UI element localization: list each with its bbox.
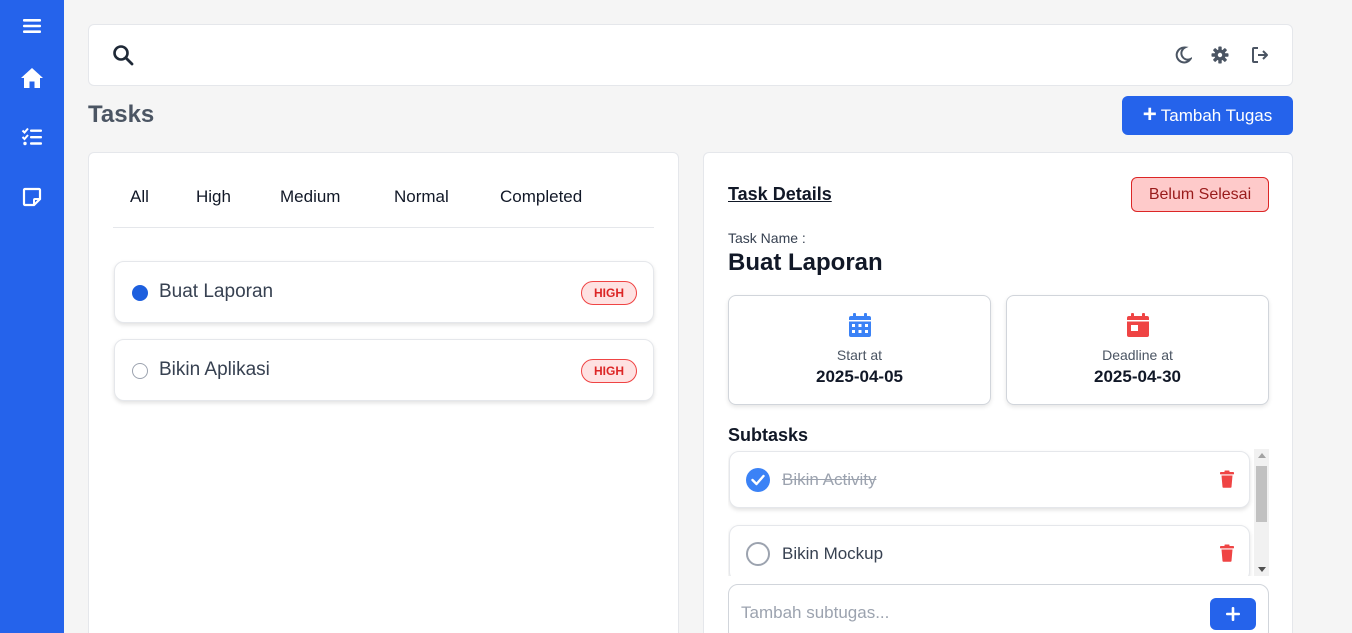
trash-icon[interactable] [1219,544,1235,562]
subtask-checkbox[interactable] [746,542,770,566]
task-name: Buat Laporan [159,281,274,302]
subtask-list: Bikin Activity Bikin Mockup [728,449,1269,576]
add-subtask-button[interactable] [1210,598,1256,630]
subtask-item: Bikin Activity [729,451,1250,508]
task-name-label: Task Name : [728,230,806,246]
priority-badge: HIGH [581,281,637,305]
home-icon[interactable] [20,66,44,90]
start-label: Start at [836,347,883,363]
task-details-panel: Task Details Belum Selesai Task Name : B… [703,152,1293,633]
selected-indicator [132,285,148,301]
status-badge[interactable]: Belum Selesai [1131,177,1269,212]
unselected-indicator [132,363,148,379]
task-name: Bikin Aplikasi [159,359,270,380]
scroll-up-arrow-icon[interactable] [1258,453,1266,458]
tab-all[interactable]: All [130,187,149,207]
subtask-input[interactable] [741,599,1201,627]
start-date-card: Start at 2025-04-05 [728,295,991,405]
scroll-thumb[interactable] [1256,466,1267,522]
tab-medium[interactable]: Medium [280,187,340,207]
divider [113,227,654,228]
moon-icon[interactable] [1172,44,1194,66]
add-task-label: Tambah Tugas [1160,105,1273,125]
deadline-date-card: Deadline at 2025-04-30 [1006,295,1269,405]
calendar-icon [849,313,871,337]
subtask-name: Bikin Mockup [782,544,884,563]
subtask-scrollbar[interactable] [1254,449,1269,576]
deadline-label: Deadline at [1102,347,1173,363]
sidebar [0,0,64,633]
task-list-icon[interactable] [20,125,44,149]
calendar-deadline-icon [1127,313,1149,337]
trash-icon[interactable] [1219,470,1235,488]
top-bar [88,24,1293,86]
subtask-checkbox-checked[interactable] [746,468,770,492]
tab-normal[interactable]: Normal [394,187,449,207]
priority-badge: HIGH [581,359,637,383]
subtask-name: Bikin Activity [782,470,877,489]
menu-icon[interactable] [20,14,44,38]
subtask-input-container [728,584,1269,633]
task-detail-name: Buat Laporan [728,249,883,276]
page-title: Tasks [88,101,155,128]
plus-icon [1226,607,1240,621]
task-card[interactable]: Buat Laporan HIGH [114,261,654,323]
add-task-button[interactable]: + Tambah Tugas [1122,96,1293,135]
scroll-down-arrow-icon[interactable] [1258,567,1266,572]
search-icon[interactable] [112,44,134,66]
tab-high[interactable]: High [196,187,231,207]
gear-icon[interactable] [1209,44,1231,66]
start-date-value: 2025-04-05 [816,367,903,386]
logout-icon[interactable] [1249,44,1271,66]
note-icon[interactable] [20,185,44,209]
plus-icon: + [1142,100,1157,128]
deadline-date-value: 2025-04-30 [1094,367,1181,386]
tab-completed[interactable]: Completed [500,187,582,207]
check-icon [751,474,765,486]
subtask-item: Bikin Mockup [729,525,1250,576]
details-title: Task Details [728,184,832,204]
subtasks-title: Subtasks [728,425,809,445]
task-list-panel: All High Medium Normal Completed Buat La… [88,152,679,633]
task-card[interactable]: Bikin Aplikasi HIGH [114,339,654,401]
